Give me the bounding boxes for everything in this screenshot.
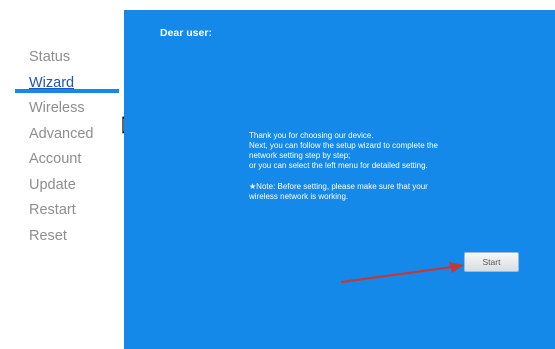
sidebar-item-reset[interactable]: Reset: [29, 224, 94, 250]
sidebar-menu: Status Wizard Wireless Advanced Account …: [29, 45, 94, 249]
active-item-divider: [15, 89, 119, 93]
message-line: network setting step by step;: [249, 151, 351, 160]
welcome-message: Thank you for choosing our device. Next,…: [249, 131, 534, 202]
red-arrow-annotation: [340, 262, 464, 284]
sidebar-item-status[interactable]: Status: [29, 45, 94, 71]
start-button[interactable]: Start: [464, 252, 519, 272]
sidebar-item-advanced[interactable]: Advanced: [29, 122, 94, 148]
sidebar-item-restart[interactable]: Restart: [29, 198, 94, 224]
sidebar-item-account[interactable]: Account: [29, 147, 94, 173]
note-line: wireless network is working.: [249, 192, 349, 201]
note-line: ★Note: Before setting, please make sure …: [249, 182, 428, 191]
message-line: or you can select the left menu for deta…: [249, 161, 428, 170]
greeting-text: Dear user:: [160, 27, 212, 39]
sidebar-item-wireless[interactable]: Wireless: [29, 96, 94, 122]
sidebar: Status Wizard Wireless Advanced Account …: [0, 0, 124, 349]
sidebar-item-update[interactable]: Update: [29, 173, 94, 199]
wizard-panel: Dear user: Thank you for choosing our de…: [124, 10, 555, 349]
message-line: Thank you for choosing our device.: [249, 131, 374, 140]
router-admin-page: Status Wizard Wireless Advanced Account …: [0, 0, 555, 349]
message-line: Next, you can follow the setup wizard to…: [249, 141, 438, 150]
